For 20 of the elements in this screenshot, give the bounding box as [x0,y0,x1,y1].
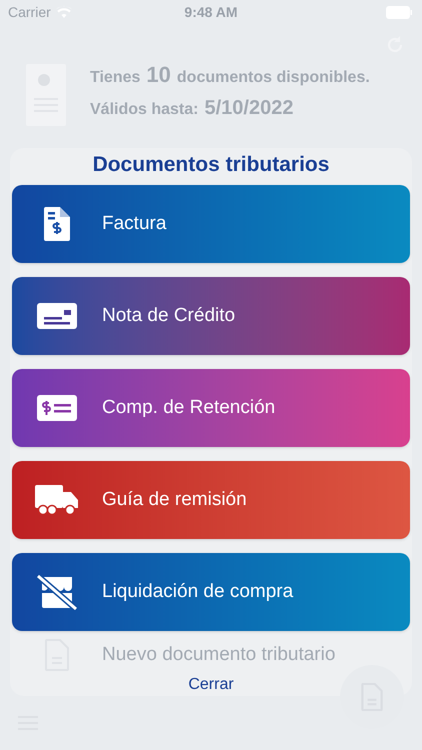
receipt-icon [37,395,77,421]
carrier-label: Carrier [8,2,51,22]
document-option-button[interactable]: Comp. de Retención [12,369,410,447]
status-time: 9:48 AM [184,2,238,22]
truck-icon [35,485,79,515]
sheet-title: Documentos tributarios [92,152,330,178]
new-document-label: Nuevo documento tributario [102,642,336,667]
documents-suffix: documentos disponibles. [176,68,370,88]
store-crossed-icon [36,574,78,610]
document-option-button[interactable]: Guía de remisión [12,461,410,539]
close-button[interactable]: Cerrar [188,673,234,697]
document-option-button[interactable]: Factura [12,185,410,263]
documents-count: 10 [146,61,171,89]
document-option-button[interactable]: Nota de Crédito [12,277,410,355]
valid-until-label: Válidos hasta: [90,100,198,120]
invoice-icon [44,207,70,241]
card-icon [37,303,77,329]
valid-until-date: 5/10/2022 [204,96,294,121]
documents-prefix: Tienes [90,68,140,88]
document-option-button[interactable]: Liquidación de compra [12,553,410,631]
